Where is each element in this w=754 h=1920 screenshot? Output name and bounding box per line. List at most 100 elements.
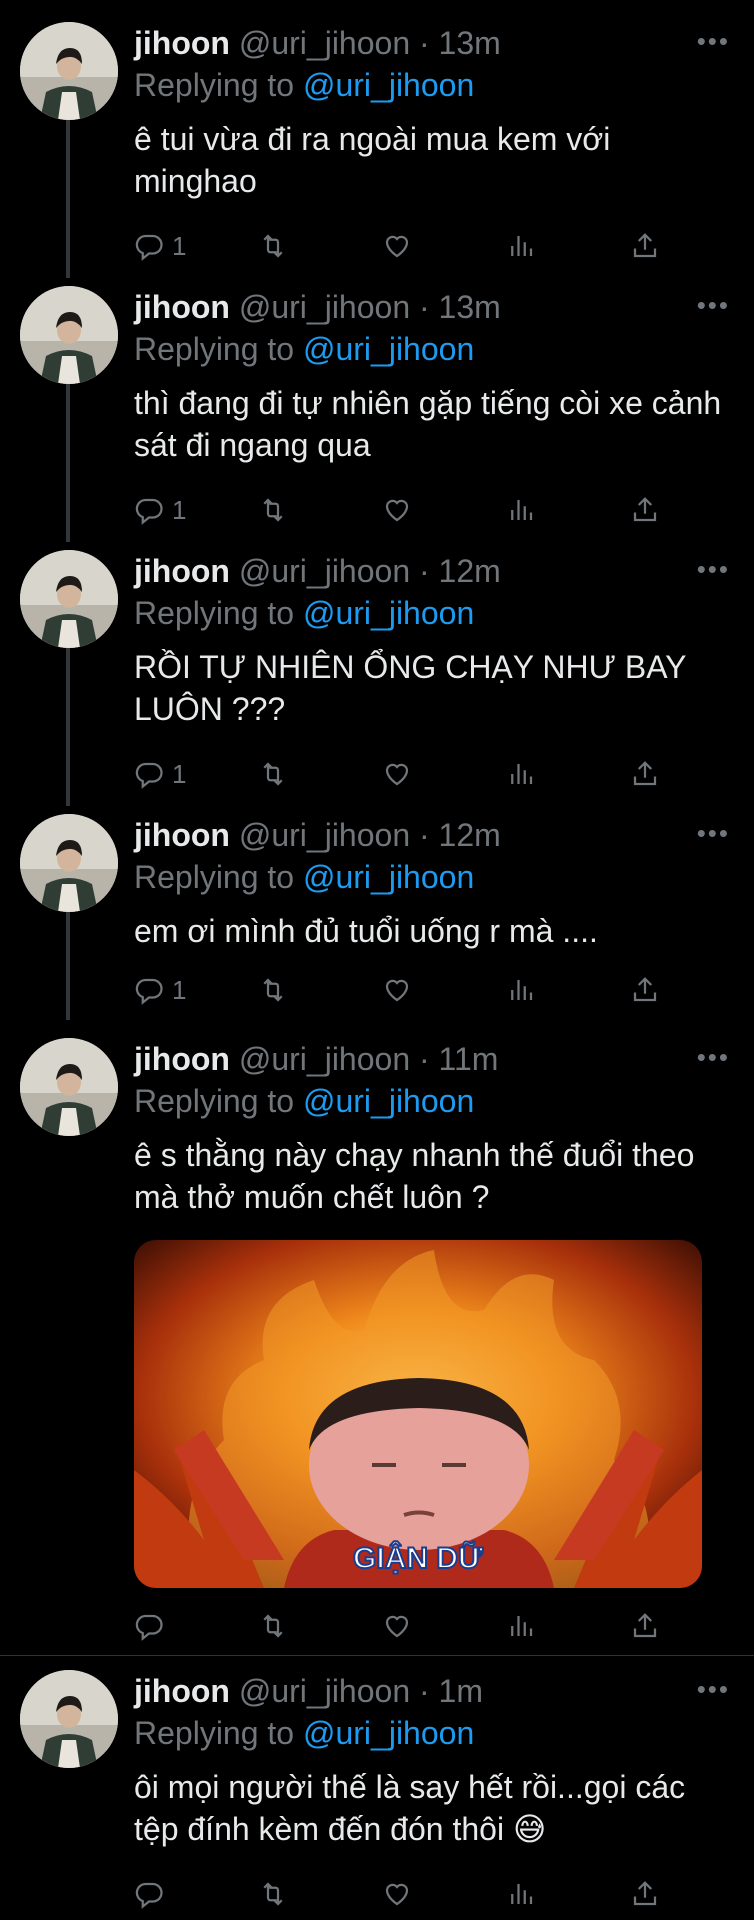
share-button[interactable] [630,972,660,1008]
heart-icon [385,235,409,258]
replying-to: Replying to @uri_jihoon [134,1712,474,1754]
reply-button[interactable] [134,1876,172,1912]
tweet[interactable]: jihoon @uri_jihoon · 1m ••• Replying to … [0,1670,754,1920]
tweet-header: jihoon @uri_jihoon · 12m [134,550,501,592]
display-name[interactable]: jihoon [134,1041,230,1077]
like-button[interactable] [382,1876,412,1912]
replying-prefix: Replying to [134,1715,295,1751]
reply-icon [135,234,163,261]
share-icon [633,1613,657,1638]
reply-count: 1 [172,230,187,261]
timestamp[interactable]: 13m [439,25,501,61]
share-icon [633,497,657,522]
retweet-button[interactable] [258,492,288,528]
separator: · [419,289,430,325]
share-button[interactable] [630,1876,660,1912]
display-name[interactable]: jihoon [134,289,230,325]
replying-handle[interactable]: @uri_jihoon [303,1715,474,1751]
tweet[interactable]: jihoon @uri_jihoon · 12m ••• Replying to… [0,550,754,810]
more-icon[interactable]: ••• [697,26,730,57]
retweet-button[interactable] [258,1876,288,1912]
display-name[interactable]: jihoon [134,25,230,61]
retweet-button[interactable] [258,1608,288,1644]
avatar[interactable] [20,286,118,384]
timestamp[interactable]: 13m [439,289,501,325]
avatar[interactable] [20,1670,118,1768]
share-button[interactable] [630,1608,660,1644]
user-handle[interactable]: @uri_jihoon [239,25,410,61]
tweet[interactable]: jihoon @uri_jihoon · 11m ••• Replying to… [0,1038,754,1641]
tweet-text: thì đang đi tự nhiên gặp tiếng còi xe cả… [134,385,722,463]
reply-button[interactable]: 1 [134,756,186,792]
like-button[interactable] [382,756,412,792]
replying-handle[interactable]: @uri_jihoon [303,859,474,895]
tweet-media-image[interactable]: GIẬN DỮ [134,1240,702,1588]
analytics-button[interactable] [506,1608,536,1644]
reply-button[interactable]: 1 [134,228,186,264]
analytics-button[interactable] [506,972,536,1008]
tweet[interactable]: jihoon @uri_jihoon · 13m ••• Replying to… [0,22,754,282]
like-button[interactable] [382,1608,412,1644]
analytics-button[interactable] [506,1876,536,1912]
action-bar [134,1876,724,1912]
analytics-button[interactable] [506,228,536,264]
timestamp[interactable]: 12m [439,817,501,853]
display-name[interactable]: jihoon [134,817,230,853]
user-handle[interactable]: @uri_jihoon [239,289,410,325]
more-icon[interactable]: ••• [697,554,730,585]
like-button[interactable] [382,492,412,528]
replying-handle[interactable]: @uri_jihoon [303,67,474,103]
retweet-button[interactable] [258,972,288,1008]
retweet-icon [263,498,283,522]
heart-icon [385,1615,409,1638]
more-icon[interactable]: ••• [697,1674,730,1705]
tweet[interactable]: jihoon @uri_jihoon · 12m ••• Replying to… [0,814,754,1024]
action-bar: 1 [134,972,724,1008]
replying-handle[interactable]: @uri_jihoon [303,331,474,367]
avatar[interactable] [20,22,118,120]
avatar[interactable] [20,1038,118,1136]
replying-handle[interactable]: @uri_jihoon [303,595,474,631]
display-name[interactable]: jihoon [134,1673,230,1709]
more-icon[interactable]: ••• [697,1042,730,1073]
replying-to: Replying to @uri_jihoon [134,856,474,898]
timestamp[interactable]: 1m [439,1673,483,1709]
heart-icon [385,763,409,786]
user-handle[interactable]: @uri_jihoon [239,1041,410,1077]
retweet-button[interactable] [258,756,288,792]
analytics-button[interactable] [506,756,536,792]
retweet-icon [263,1614,283,1638]
reply-icon [135,978,163,1005]
reply-button[interactable]: 1 [134,972,186,1008]
reply-button[interactable]: 1 [134,492,186,528]
user-handle[interactable]: @uri_jihoon [239,817,410,853]
analytics-icon [511,1616,533,1636]
avatar[interactable] [20,550,118,648]
like-button[interactable] [382,972,412,1008]
replying-handle[interactable]: @uri_jihoon [303,1083,474,1119]
analytics-button[interactable] [506,492,536,528]
share-button[interactable] [630,756,660,792]
avatar[interactable] [20,814,118,912]
retweet-icon [263,1882,283,1906]
user-handle[interactable]: @uri_jihoon [239,1673,410,1709]
timestamp[interactable]: 11m [439,1041,499,1077]
share-button[interactable] [630,492,660,528]
analytics-icon [511,764,533,784]
user-handle[interactable]: @uri_jihoon [239,553,410,589]
retweet-button[interactable] [258,228,288,264]
like-button[interactable] [382,228,412,264]
display-name[interactable]: jihoon [134,553,230,589]
more-icon[interactable]: ••• [697,818,730,849]
tweet-text: ê tui vừa đi ra ngoài mua kem với mingha… [134,121,611,199]
retweet-icon [263,762,283,786]
share-button[interactable] [630,228,660,264]
tweet[interactable]: jihoon @uri_jihoon · 13m ••• Replying to… [0,286,754,546]
media-caption: GIẬN DỮ [353,1541,483,1575]
timestamp[interactable]: 12m [439,553,501,589]
more-icon[interactable]: ••• [697,290,730,321]
replying-prefix: Replying to [134,859,295,895]
tweet-header: jihoon @uri_jihoon · 12m [134,814,501,856]
separator: · [419,25,430,61]
reply-button[interactable] [134,1608,172,1644]
